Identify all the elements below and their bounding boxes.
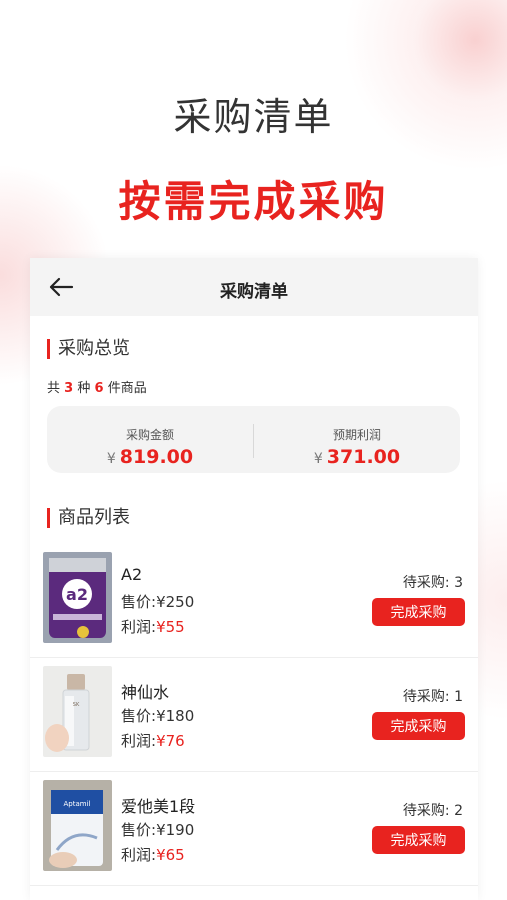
overview-section-title: 采购总览 [47,339,130,359]
complete-purchase-button[interactable]: 完成采购 [372,712,465,740]
purchase-summary-card: 采购金额 ¥819.00 预期利润 ¥371.00 [47,406,460,473]
pending-quantity: 待采购: 2 [402,803,463,819]
complete-purchase-button[interactable]: 完成采购 [372,826,465,854]
expected-profit-label: 预期利润 [332,428,381,442]
navigation-bar: 采购清单 [30,258,478,316]
item-count: 6 [94,381,104,396]
product-image-aptamil-formula: Aptamil [43,780,112,871]
pending-quantity: 待采购: 1 [402,689,463,705]
product-row: a2 A2 售价:¥250 利润:¥55 待采购: 3 完成采购 [30,543,478,658]
product-profit: 利润:¥76 [121,732,185,750]
item-count-summary: 共 3 种 6 件商品 [47,381,147,396]
svg-text:SK: SK [73,702,80,708]
page-title: 采购清单 [220,282,288,302]
product-image-a2-formula: a2 [43,552,112,643]
hero-title: 采购清单 [173,95,334,139]
product-name: 神仙水 [121,683,170,702]
product-profit: 利润:¥55 [121,618,185,636]
purchase-amount-value: ¥819.00 [106,446,194,468]
product-row: SK 神仙水 售价:¥180 利润:¥76 待采购: 1 完成采购 [30,657,478,772]
expected-profit-value: ¥371.00 [313,446,401,468]
product-name: 爱他美1段 [121,797,196,816]
complete-purchase-button[interactable]: 完成采购 [372,598,465,626]
product-profit: 利润:¥65 [121,846,185,864]
kind-count: 3 [64,381,74,396]
product-price: 售价:¥190 [121,821,195,839]
product-name: A2 [121,565,143,584]
product-list-section-title: 商品列表 [47,508,130,528]
product-price: 售价:¥250 [121,593,195,611]
purchase-amount-label: 采购金额 [125,428,174,442]
product-row: Aptamil 爱他美1段 售价:¥190 利润:¥65 待采购: 2 完成采购 [30,771,478,886]
svg-text:Aptamil: Aptamil [64,800,91,808]
svg-text:a2: a2 [66,585,88,604]
purchase-amount: 采购金额 ¥819.00 [47,406,253,473]
hero-subtitle: 按需完成采购 [118,177,389,226]
product-price: 售价:¥180 [121,707,195,725]
product-image-essence-bottle: SK [43,666,112,757]
pending-quantity: 待采购: 3 [402,575,463,591]
app-screen: 采购清单 采购总览 共 3 种 6 件商品 采购金额 ¥819.00 预期利润 … [30,258,478,900]
expected-profit: 预期利润 ¥371.00 [254,406,460,473]
